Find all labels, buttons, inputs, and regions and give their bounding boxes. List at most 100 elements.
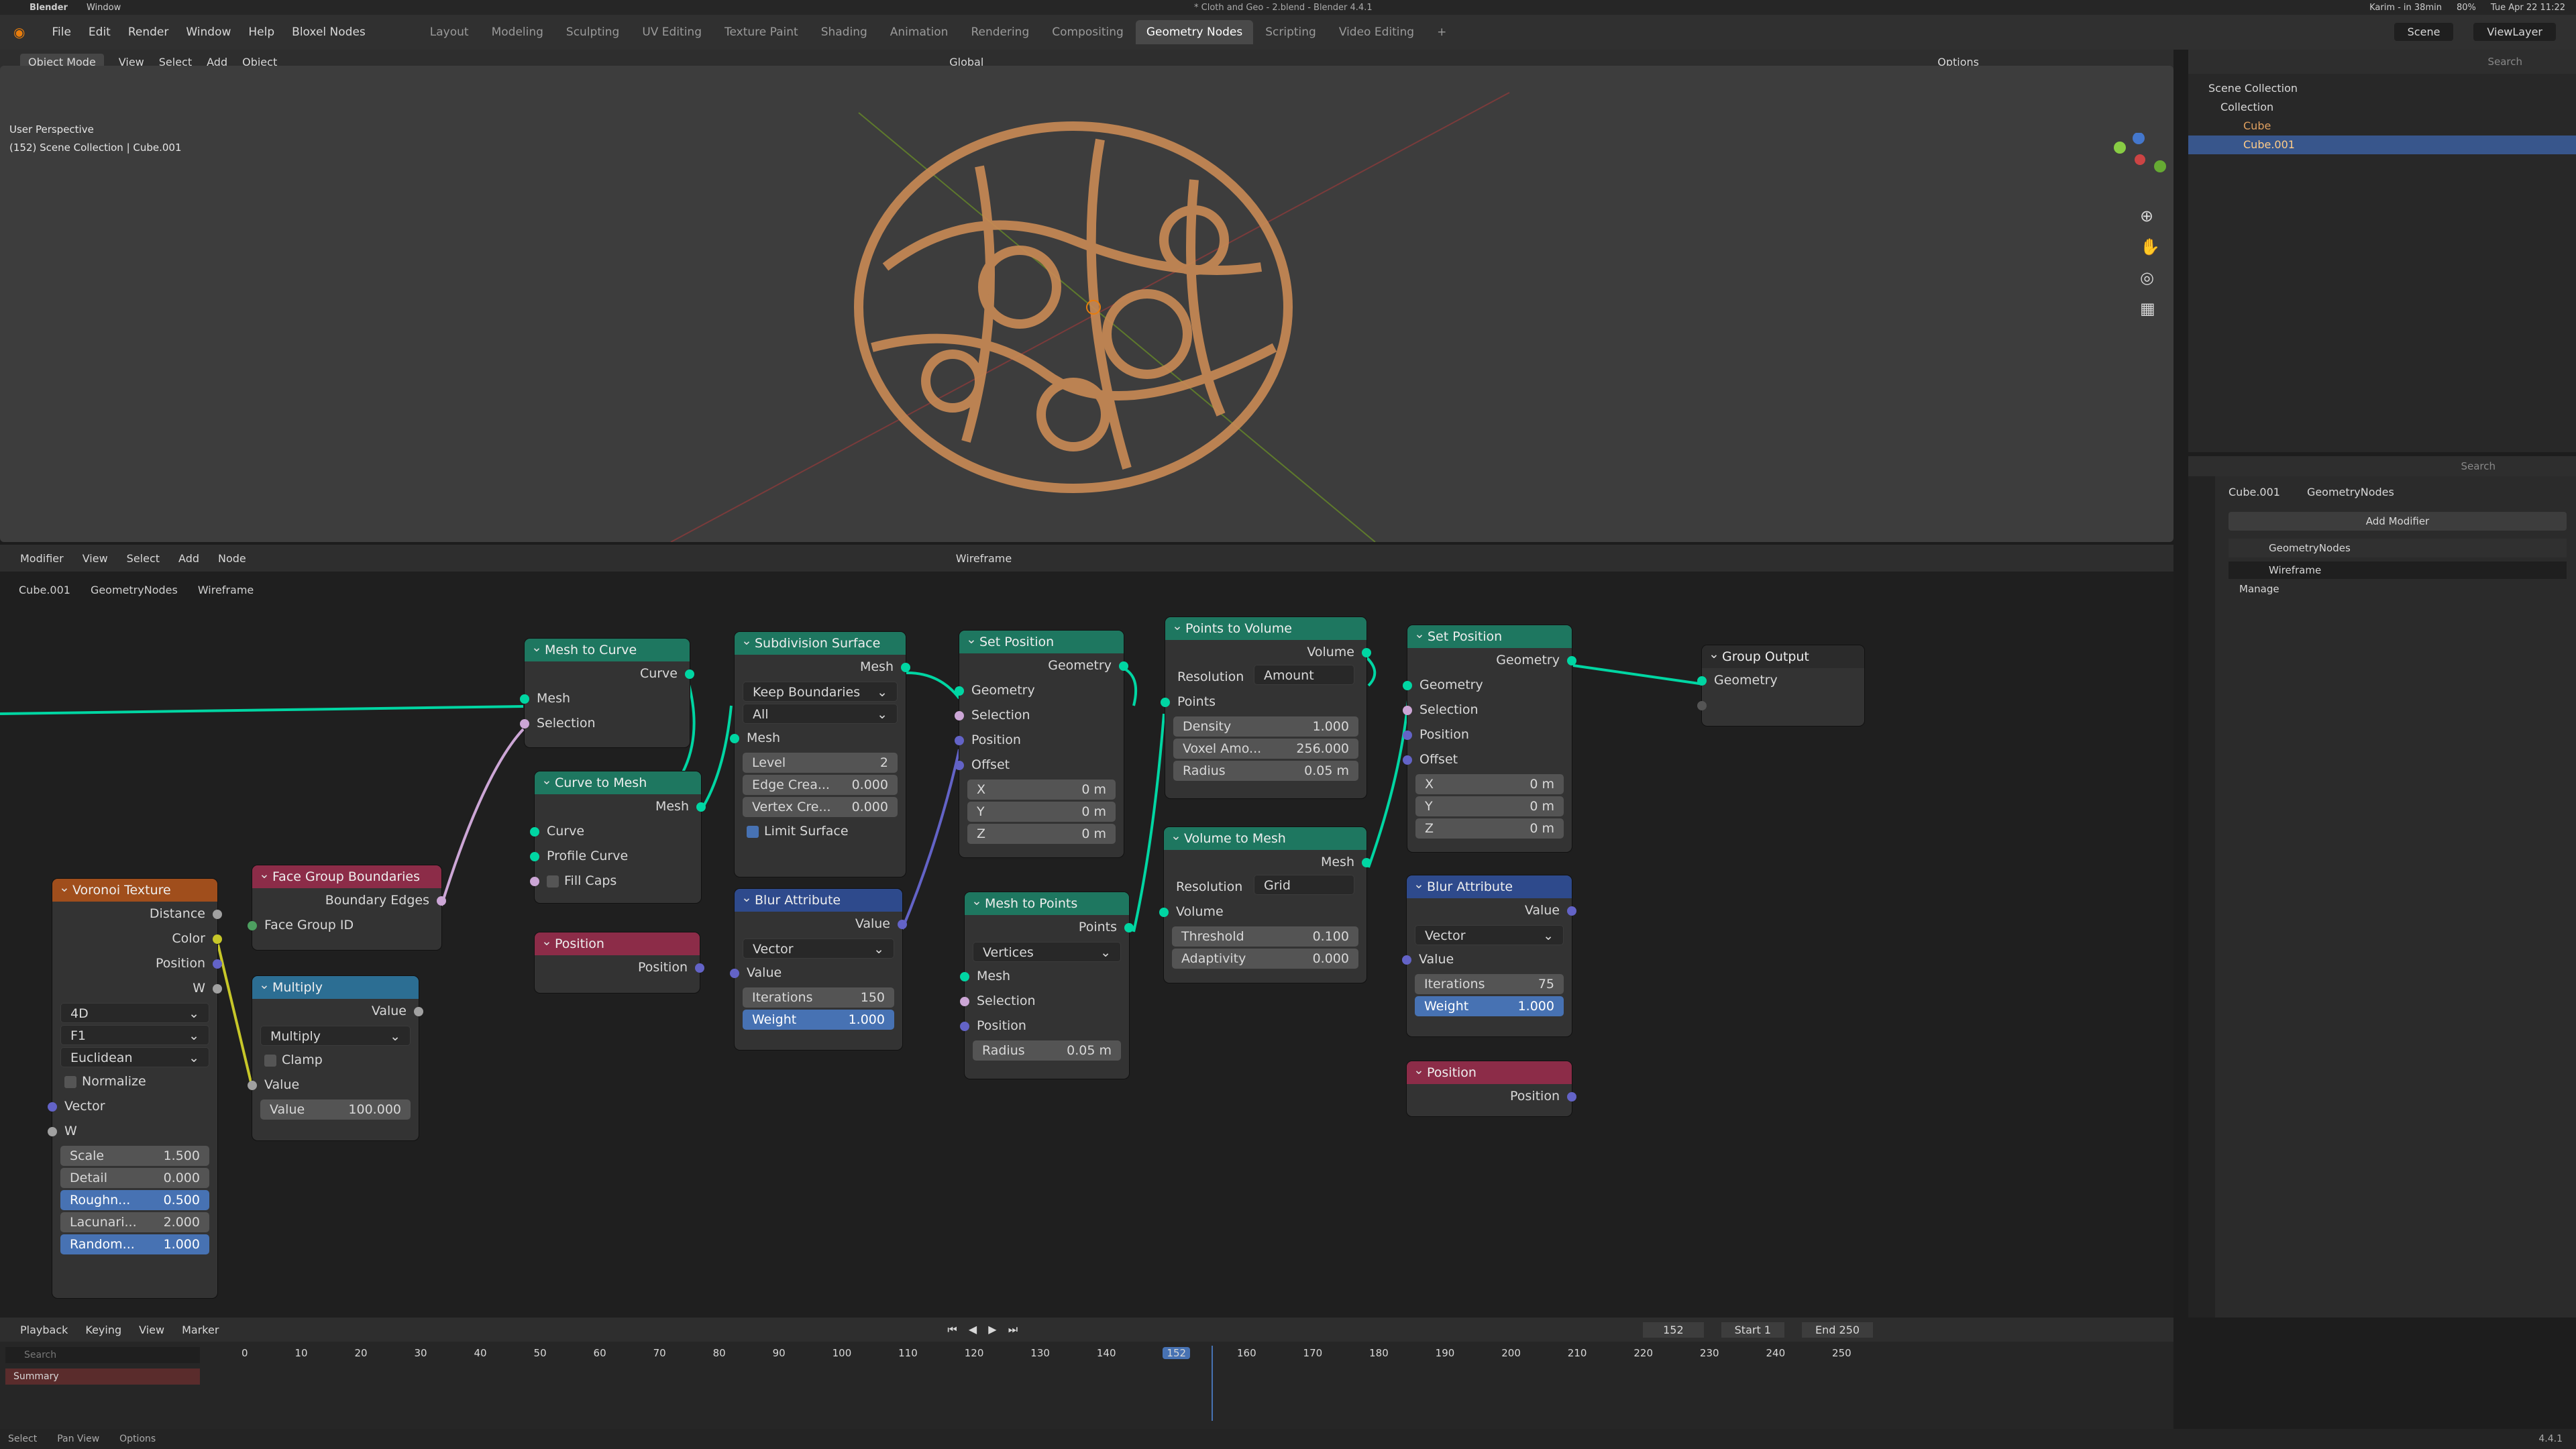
socket-position-in[interactable]: Position (1403, 722, 1572, 747)
clock[interactable]: Tue Apr 22 11:22 (2491, 3, 2565, 13)
zoom-icon[interactable]: ⊕ (2140, 207, 2160, 225)
menu-render[interactable]: Render (128, 25, 169, 39)
socket-geometry-in[interactable]: Geometry (955, 678, 1124, 703)
properties-search[interactable]: Search (2461, 460, 2496, 472)
randomness-field[interactable]: Random... 1.000 (60, 1234, 209, 1254)
offset-z-field[interactable]: Z0 m (967, 824, 1116, 844)
ne-menu-add[interactable]: Add (178, 552, 199, 565)
offset-x-field[interactable]: X0 m (967, 780, 1116, 800)
socket-vector-in[interactable]: Vector (48, 1094, 217, 1119)
viewlayer-selector[interactable]: ViewLayer (2473, 23, 2556, 41)
iterations-field[interactable]: Iterations 150 (743, 987, 894, 1008)
offset-x-field[interactable]: X0 m (1415, 774, 1564, 794)
add-workspace-button[interactable]: + (1426, 20, 1457, 44)
socket-geometry-in[interactable]: Geometry (1697, 668, 1864, 693)
node-title[interactable]: Face Group Boundaries (252, 863, 441, 888)
socket-empty-in[interactable] (1697, 693, 1864, 718)
tab-scripting[interactable]: Scripting (1254, 20, 1327, 44)
tab-animation[interactable]: Animation (879, 20, 959, 44)
node-mesh-to-curve[interactable]: Mesh to Curve Curve Mesh Selection (520, 636, 694, 747)
tl-keying[interactable]: Keying (85, 1324, 121, 1336)
socket-volume-in[interactable]: Volume (1159, 900, 1366, 924)
clamp-checkbox[interactable]: Clamp (252, 1048, 419, 1073)
node-curve-to-mesh[interactable]: Curve to Mesh Mesh Curve Profile Curve F… (530, 769, 706, 903)
socket-position-out[interactable]: Position (535, 955, 704, 980)
nodegroup-selector[interactable]: Wireframe (956, 552, 1012, 565)
socket-value-out[interactable]: Value (735, 912, 907, 936)
node-title[interactable]: Multiply (252, 973, 419, 999)
add-modifier-button[interactable]: Add Modifier (2229, 512, 2567, 531)
radius-field[interactable]: Radius 0.05 m (973, 1040, 1121, 1061)
fill-caps-checkbox[interactable]: Fill Caps (530, 869, 701, 894)
normalize-checkbox[interactable]: Normalize (52, 1069, 217, 1094)
node-title[interactable]: Volume to Mesh (1164, 824, 1366, 850)
node-voronoi-texture[interactable]: Voronoi Texture Distance Color Position … (48, 876, 222, 1298)
socket-geometry-out[interactable]: Geometry (1407, 648, 1576, 673)
socket-distance-out[interactable]: Distance (52, 902, 222, 926)
socket-mesh-out[interactable]: Mesh (535, 794, 706, 819)
menu-window[interactable]: Window (186, 25, 231, 39)
playhead[interactable] (1212, 1346, 1213, 1421)
battery-status[interactable]: 80% (2457, 3, 2476, 13)
node-title[interactable]: Points to Volume (1165, 614, 1366, 640)
pan-hand-icon[interactable]: ✋ (2140, 237, 2160, 256)
socket-points-in[interactable]: Points (1161, 690, 1366, 714)
nav-gizmo[interactable] (2113, 132, 2167, 189)
socket-mesh-out[interactable]: Mesh (1164, 850, 1371, 875)
modifier-name[interactable]: GeometryNodes (2229, 539, 2567, 557)
weight-field[interactable]: Weight 1.000 (1415, 996, 1564, 1016)
properties-tabs[interactable] (2188, 476, 2215, 1318)
node-volume-to-mesh[interactable]: Volume to Mesh Mesh ResolutionGrid Volum… (1159, 824, 1371, 983)
radius-field[interactable]: Radius 0.05 m (1173, 761, 1358, 781)
socket-color-out[interactable]: Color (52, 926, 222, 951)
menu-help[interactable]: Help (248, 25, 274, 39)
lacunarity-field[interactable]: Lacunari... 2.000 (60, 1212, 209, 1232)
node-blur-attribute-1[interactable]: Blur Attribute Value Vector⌄ Value Itera… (730, 886, 907, 1050)
3d-viewport[interactable]: User Perspective (152) Scene Collection … (0, 66, 2174, 542)
socket-points-out[interactable]: Points (965, 915, 1134, 940)
tl-view[interactable]: View (139, 1324, 164, 1336)
tab-sculpting[interactable]: Sculpting (555, 20, 630, 44)
tl-marker[interactable]: Marker (182, 1324, 219, 1336)
node-title[interactable]: Set Position (1407, 623, 1572, 648)
node-title[interactable]: Set Position (959, 628, 1124, 653)
boundary-dropdown[interactable]: Keep Boundaries ⌄ (743, 682, 898, 702)
threshold-field[interactable]: Threshold 0.100 (1172, 926, 1358, 947)
socket-curve-in[interactable]: Curve (530, 819, 701, 844)
current-frame-field[interactable]: 152 (1643, 1322, 1704, 1338)
node-position-2[interactable]: Position Position (1407, 1059, 1576, 1116)
tab-geometry-nodes[interactable]: Geometry Nodes (1135, 20, 1254, 44)
grid-icon[interactable]: ▦ (2140, 299, 2160, 318)
node-position-1[interactable]: Position Position (535, 930, 704, 993)
socket-selection-in[interactable]: Selection (960, 989, 1129, 1014)
app-name[interactable]: Blender (30, 3, 68, 13)
socket-position-out[interactable]: Position (52, 951, 222, 976)
resolution-mode[interactable]: Resolution Amount (1165, 665, 1366, 690)
node-group-output[interactable]: Group Output Geometry (1697, 643, 1864, 726)
ne-menu-view[interactable]: View (83, 552, 108, 565)
outliner-search[interactable]: Search (2487, 56, 2522, 68)
vertex-crease-field[interactable]: Vertex Cre... 0.000 (743, 797, 898, 817)
mode-dropdown[interactable]: Vertices ⌄ (973, 942, 1121, 962)
node-multiply[interactable]: Multiply Value Multiply⌄ Clamp Value Val… (248, 973, 423, 1140)
socket-geometry-in[interactable]: Geometry (1403, 673, 1572, 698)
node-title[interactable]: Mesh to Points (965, 890, 1129, 915)
ne-menu-modifier[interactable]: Modifier (20, 552, 64, 565)
manage-panel[interactable]: Manage (2239, 583, 2567, 595)
tl-playback[interactable]: Playback (20, 1324, 68, 1336)
feature-dropdown[interactable]: F1 ⌄ (60, 1025, 209, 1045)
node-face-group-boundaries[interactable]: Face Group Boundaries Boundary Edges Fac… (248, 863, 446, 950)
socket-face-group-in[interactable]: Face Group ID (248, 913, 441, 938)
tab-video-editing[interactable]: Video Editing (1328, 20, 1425, 44)
offset-y-field[interactable]: Y0 m (1415, 796, 1564, 816)
scale-field[interactable]: Scale 1.500 (60, 1146, 209, 1166)
outliner-scene-collection[interactable]: Scene Collection (2188, 79, 2576, 98)
socket-mesh-in[interactable]: Mesh (520, 686, 690, 711)
tab-layout[interactable]: Layout (419, 20, 480, 44)
value-field[interactable]: Value 100.000 (260, 1099, 411, 1120)
iterations-field[interactable]: Iterations 75 (1415, 974, 1564, 994)
tab-uv-editing[interactable]: UV Editing (631, 20, 712, 44)
menu-file[interactable]: File (52, 25, 70, 39)
socket-offset-in[interactable]: Offset (1403, 747, 1572, 772)
metric-dropdown[interactable]: Euclidean ⌄ (60, 1047, 209, 1067)
